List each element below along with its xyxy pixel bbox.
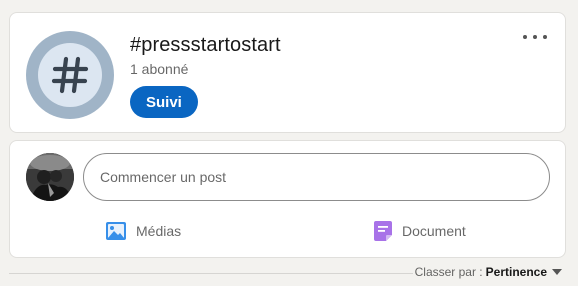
- start-post-input[interactable]: Commencer un post: [83, 153, 550, 201]
- following-button[interactable]: Suivi: [130, 86, 198, 118]
- document-button[interactable]: Document: [374, 217, 466, 245]
- hashtag-title: #pressstartostart: [130, 34, 281, 56]
- media-label: Médias: [136, 223, 182, 239]
- sort-value: Pertinence: [485, 265, 547, 279]
- caret-down-icon: [552, 269, 562, 275]
- divider: [9, 273, 413, 274]
- sort-dropdown[interactable]: Classer par : Pertinence: [415, 265, 562, 279]
- document-icon: [374, 221, 392, 241]
- share-box: Commencer un post Médias Document: [9, 140, 566, 258]
- more-horizontal-icon[interactable]: [523, 31, 547, 43]
- hashtag-avatar: [26, 31, 114, 119]
- hashtag-card: #pressstartostart 1 abonné Suivi: [9, 12, 566, 133]
- hashtag-icon: [51, 56, 89, 94]
- follower-count: 1 abonné: [130, 61, 189, 77]
- sort-label: Classer par :: [414, 265, 483, 279]
- image-icon: [106, 222, 126, 240]
- media-button[interactable]: Médias: [106, 217, 181, 245]
- user-avatar[interactable]: [26, 153, 74, 201]
- sort-bar: Classer par : Pertinence: [9, 264, 566, 282]
- document-label: Document: [402, 223, 466, 239]
